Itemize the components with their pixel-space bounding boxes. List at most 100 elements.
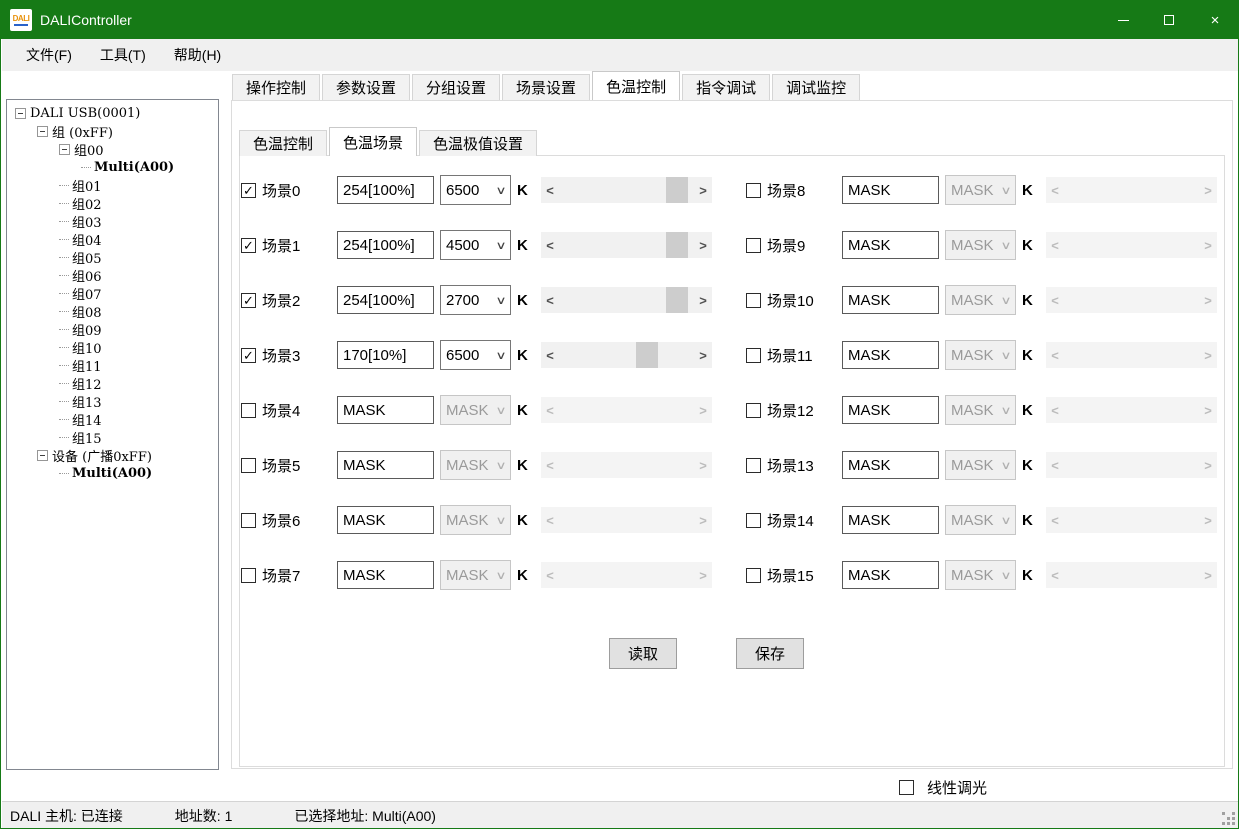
level-input[interactable] — [842, 286, 939, 314]
tree-item[interactable]: 组06 — [7, 266, 218, 284]
tree-item[interactable]: 组 (0xFF) — [7, 122, 218, 140]
level-input[interactable] — [337, 341, 434, 369]
main-tab[interactable]: 场景设置 — [502, 74, 590, 100]
tree-expander-icon[interactable] — [37, 450, 48, 461]
level-input[interactable] — [337, 506, 434, 534]
menu-item[interactable]: 帮助(H) — [160, 39, 235, 71]
scroll-right-arrow-icon[interactable]: > — [694, 238, 712, 253]
scroll-left-arrow-icon[interactable]: < — [541, 238, 559, 253]
tree-item[interactable]: 组15 — [7, 428, 218, 446]
level-input[interactable] — [337, 561, 434, 589]
temperature-dropdown[interactable]: 6500∨ — [440, 175, 511, 205]
scene-checkbox[interactable] — [746, 403, 761, 418]
scroll-right-arrow-icon[interactable]: > — [694, 348, 712, 363]
scene-checkbox[interactable] — [746, 568, 761, 583]
scene-checkbox[interactable]: ✓ — [241, 183, 256, 198]
tree-item[interactable]: 组08 — [7, 302, 218, 320]
scroll-track[interactable] — [559, 287, 694, 313]
scene-checkbox[interactable]: ✓ — [241, 348, 256, 363]
tree-item[interactable]: 组11 — [7, 356, 218, 374]
menu-item[interactable]: 文件(F) — [12, 39, 86, 71]
scene-checkbox[interactable] — [241, 458, 256, 473]
scene-checkbox[interactable]: ✓ — [241, 293, 256, 308]
temperature-scrollbar[interactable]: <> — [541, 342, 712, 368]
level-input[interactable] — [842, 396, 939, 424]
scroll-thumb[interactable] — [636, 342, 658, 368]
tree-item[interactable]: 组01 — [7, 176, 218, 194]
tree-item[interactable]: Multi(A00) — [7, 464, 218, 482]
scroll-thumb[interactable] — [666, 287, 688, 313]
tree-expander-icon[interactable] — [37, 126, 48, 137]
temperature-scrollbar[interactable]: <> — [541, 177, 712, 203]
tree-item[interactable]: 组05 — [7, 248, 218, 266]
scene-checkbox[interactable] — [746, 293, 761, 308]
minimize-button[interactable] — [1100, 1, 1146, 39]
tree-item[interactable]: Multi(A00) — [7, 158, 218, 176]
level-input[interactable] — [842, 231, 939, 259]
level-input[interactable] — [337, 451, 434, 479]
scene-checkbox[interactable] — [241, 513, 256, 528]
main-tab[interactable]: 操作控制 — [232, 74, 320, 100]
tree-item[interactable]: 组00 — [7, 140, 218, 158]
scene-checkbox[interactable] — [746, 513, 761, 528]
level-input[interactable] — [842, 561, 939, 589]
tree-item[interactable]: 组13 — [7, 392, 218, 410]
temperature-scrollbar[interactable]: <> — [541, 232, 712, 258]
main-tab[interactable]: 指令调试 — [682, 74, 770, 100]
resize-grip-icon[interactable] — [1222, 812, 1235, 825]
linear-dimming-checkbox[interactable] — [899, 780, 914, 795]
maximize-button[interactable] — [1146, 1, 1192, 39]
level-input[interactable] — [842, 451, 939, 479]
scene-checkbox[interactable] — [241, 403, 256, 418]
read-button[interactable]: 读取 — [609, 638, 677, 669]
save-button[interactable]: 保存 — [736, 638, 804, 669]
level-input[interactable] — [842, 341, 939, 369]
level-input[interactable] — [842, 176, 939, 204]
tree-item[interactable]: DALI USB(0001) — [7, 104, 218, 122]
tree-item[interactable]: 组14 — [7, 410, 218, 428]
scene-checkbox[interactable] — [746, 183, 761, 198]
scroll-right-arrow-icon[interactable]: > — [694, 183, 712, 198]
scene-checkbox[interactable] — [746, 238, 761, 253]
level-input[interactable] — [337, 231, 434, 259]
main-tab[interactable]: 色温控制 — [592, 71, 680, 100]
tree-item[interactable]: 组12 — [7, 374, 218, 392]
scene-checkbox[interactable] — [746, 348, 761, 363]
scene-checkbox[interactable] — [746, 458, 761, 473]
scroll-track[interactable] — [559, 342, 694, 368]
tree-item[interactable]: 组07 — [7, 284, 218, 302]
scroll-right-arrow-icon[interactable]: > — [694, 293, 712, 308]
tree-expander-icon[interactable] — [15, 108, 26, 119]
sub-tab[interactable]: 色温极值设置 — [419, 130, 537, 156]
scroll-thumb[interactable] — [666, 232, 688, 258]
level-input[interactable] — [337, 176, 434, 204]
scroll-left-arrow-icon[interactable]: < — [541, 293, 559, 308]
scene-checkbox[interactable]: ✓ — [241, 238, 256, 253]
main-tab[interactable]: 调试监控 — [772, 74, 860, 100]
tree-item[interactable]: 组10 — [7, 338, 218, 356]
menu-item[interactable]: 工具(T) — [86, 39, 160, 71]
close-button[interactable]: × — [1192, 1, 1238, 39]
scroll-track[interactable] — [559, 177, 694, 203]
tree-item[interactable]: 组03 — [7, 212, 218, 230]
sub-tab[interactable]: 色温场景 — [329, 127, 417, 156]
scene-checkbox[interactable] — [241, 568, 256, 583]
scroll-left-arrow-icon[interactable]: < — [541, 348, 559, 363]
level-input[interactable] — [842, 506, 939, 534]
main-tab[interactable]: 参数设置 — [322, 74, 410, 100]
tree-expander-icon[interactable] — [59, 144, 70, 155]
level-input[interactable] — [337, 286, 434, 314]
tree-item[interactable]: 组04 — [7, 230, 218, 248]
tree-item[interactable]: 设备 (广播0xFF) — [7, 446, 218, 464]
temperature-dropdown[interactable]: 2700∨ — [440, 285, 511, 315]
tree-item[interactable]: 组09 — [7, 320, 218, 338]
temperature-dropdown[interactable]: 6500∨ — [440, 340, 511, 370]
tree-item[interactable]: 组02 — [7, 194, 218, 212]
scroll-thumb[interactable] — [666, 177, 688, 203]
scroll-track[interactable] — [559, 232, 694, 258]
level-input[interactable] — [337, 396, 434, 424]
temperature-dropdown[interactable]: 4500∨ — [440, 230, 511, 260]
temperature-scrollbar[interactable]: <> — [541, 287, 712, 313]
sub-tab[interactable]: 色温控制 — [239, 130, 327, 156]
main-tab[interactable]: 分组设置 — [412, 74, 500, 100]
